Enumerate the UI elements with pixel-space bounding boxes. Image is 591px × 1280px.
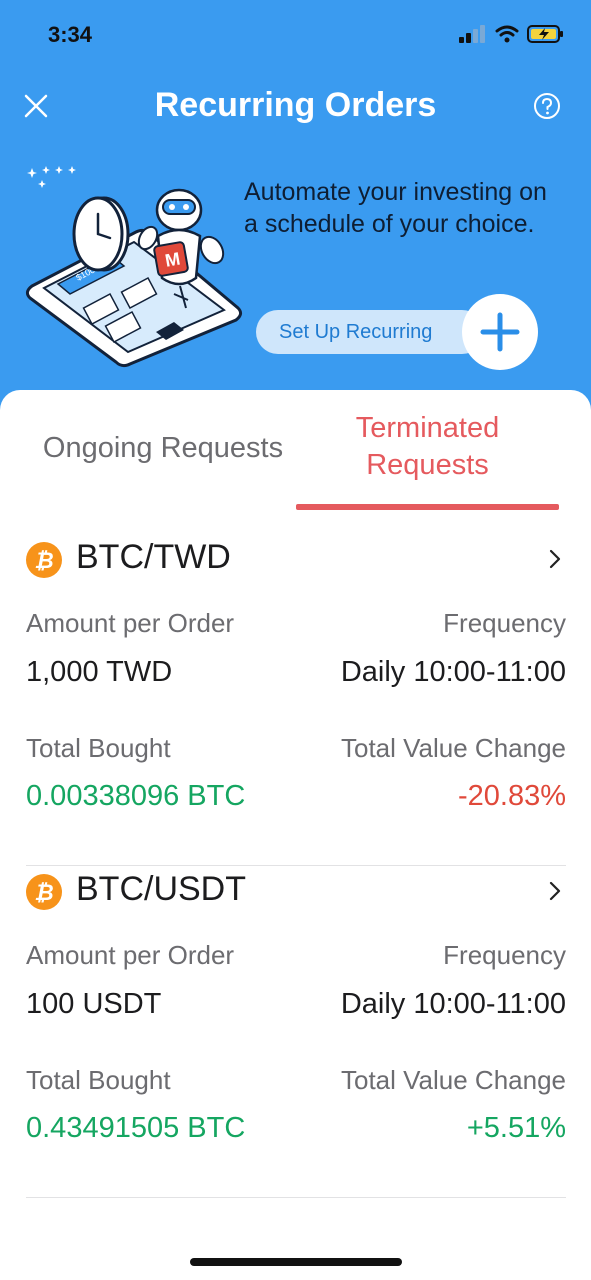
home-indicator[interactable] xyxy=(190,1258,402,1266)
hero-banner: $1000 M Automate your investing on a sch… xyxy=(0,140,591,395)
amount-value: 100 USDT xyxy=(26,988,162,1020)
total-bought-value: 0.43491505 BTC xyxy=(26,1112,246,1144)
svg-text:₿: ₿ xyxy=(34,549,53,574)
help-icon xyxy=(534,93,560,119)
orders-card: Ongoing Requests Terminated Requests ₿ B… xyxy=(0,390,591,1280)
page-title: Recurring Orders xyxy=(154,86,437,124)
value-change-value: -20.83% xyxy=(457,780,566,812)
signal-icon xyxy=(459,25,485,43)
amount-label: Amount per Order xyxy=(26,608,235,638)
chevron-right-icon[interactable] xyxy=(544,878,566,904)
trading-pair: BTC/USDT xyxy=(76,870,246,908)
value-change-label: Total Value Change xyxy=(340,733,566,763)
amount-label: Amount per Order xyxy=(26,940,235,970)
bitcoin-icon: ₿ xyxy=(26,542,62,578)
total-bought-value: 0.00338096 BTC xyxy=(26,780,246,812)
order-item[interactable]: ₿ BTC/USDT Amount per Order Frequency 10… xyxy=(26,866,566,1198)
plus-icon xyxy=(480,312,520,352)
trading-pair: BTC/TWD xyxy=(76,538,231,576)
bitcoin-icon: ₿ xyxy=(26,874,62,910)
status-time: 3:34 xyxy=(48,22,93,47)
frequency-value: Daily 10:00-11:00 xyxy=(340,656,566,688)
hero-description: Automate your investing on a schedule of… xyxy=(244,178,547,238)
amount-value: 1,000 TWD xyxy=(26,656,173,688)
divider xyxy=(26,1197,566,1198)
nav-bar: Recurring Orders xyxy=(0,70,591,140)
wifi-icon xyxy=(495,25,519,43)
value-change-value: +5.51% xyxy=(466,1112,566,1144)
status-icons xyxy=(459,24,565,44)
tab-terminated-requests[interactable]: Terminated Requests xyxy=(296,410,559,484)
svg-text:₿: ₿ xyxy=(34,881,53,906)
frequency-value: Daily 10:00-11:00 xyxy=(340,988,566,1020)
total-bought-label: Total Bought xyxy=(26,1065,171,1095)
robot-investing-illustration: $1000 M xyxy=(25,166,243,368)
active-tab-indicator xyxy=(296,504,559,510)
status-bar: 3:34 xyxy=(0,0,591,70)
total-bought-label: Total Bought xyxy=(26,733,171,763)
add-recurring-button[interactable] xyxy=(462,294,538,370)
battery-icon xyxy=(527,25,563,43)
frequency-label: Frequency xyxy=(443,608,566,638)
order-item[interactable]: ₿ BTC/TWD Amount per Order Frequency 1,0… xyxy=(26,534,566,866)
set-up-recurring-button[interactable]: Set Up Recurring xyxy=(256,310,484,354)
help-button[interactable] xyxy=(533,92,561,120)
value-change-label: Total Value Change xyxy=(340,1065,566,1095)
frequency-label: Frequency xyxy=(443,940,566,970)
tab-ongoing-requests[interactable]: Ongoing Requests xyxy=(30,432,296,465)
chevron-right-icon[interactable] xyxy=(544,546,566,572)
